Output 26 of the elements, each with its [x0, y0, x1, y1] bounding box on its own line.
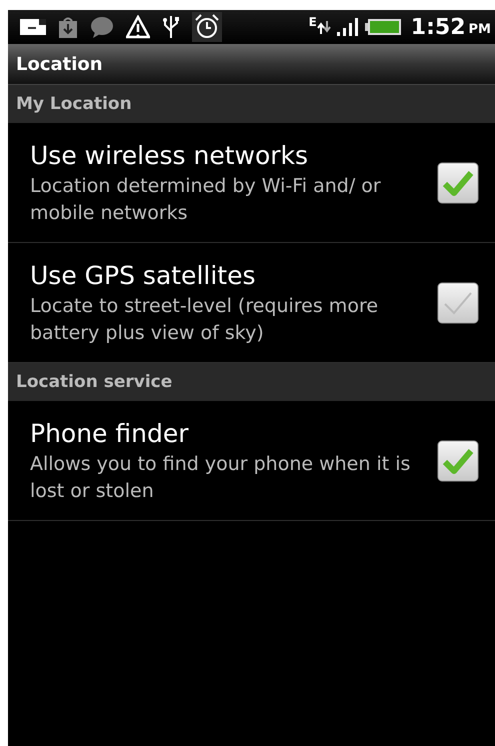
- setting-summary: Location determined by Wi-Fi and/ or mobile networks: [30, 174, 382, 226]
- network-type-indicator: E: [308, 15, 317, 29]
- checked-checkbox[interactable]: [437, 440, 479, 482]
- section-title: My Location: [16, 94, 132, 114]
- checked-checkbox[interactable]: [437, 162, 479, 204]
- unchecked-checkbox[interactable]: [437, 282, 479, 324]
- data-arrows-icon: [316, 20, 331, 34]
- setting-title: Use wireless networks: [30, 140, 310, 172]
- setting-title: Use GPS satellites: [30, 260, 256, 292]
- section-title: Location service: [16, 372, 172, 392]
- download-icon: [58, 16, 78, 38]
- setting-row[interactable]: Use wireless networks Location determined by Wi-Fi and/ or mobile networks: [8, 123, 495, 243]
- screen-title: Location: [16, 54, 103, 74]
- chat-bubble-icon: [90, 16, 114, 38]
- setting-row[interactable]: Phone finder Allows you to find your phone when it is lost or stolen: [8, 401, 495, 521]
- setting-summary: Locate to street-level (requires more battery plus view of sky): [30, 294, 380, 346]
- battery-icon: [364, 19, 401, 35]
- alarm-clock-icon: [192, 12, 222, 42]
- usb-icon: [162, 15, 180, 39]
- message-icon: [20, 18, 46, 36]
- signal-icon: [336, 18, 359, 36]
- clock-time: 1:52: [410, 14, 466, 40]
- setting-title: Phone finder: [30, 418, 190, 450]
- setting-summary: Allows you to find your phone when it is lost or stolen: [30, 452, 412, 504]
- clock-meridiem: PM: [468, 22, 491, 36]
- warning-icon: [126, 15, 150, 39]
